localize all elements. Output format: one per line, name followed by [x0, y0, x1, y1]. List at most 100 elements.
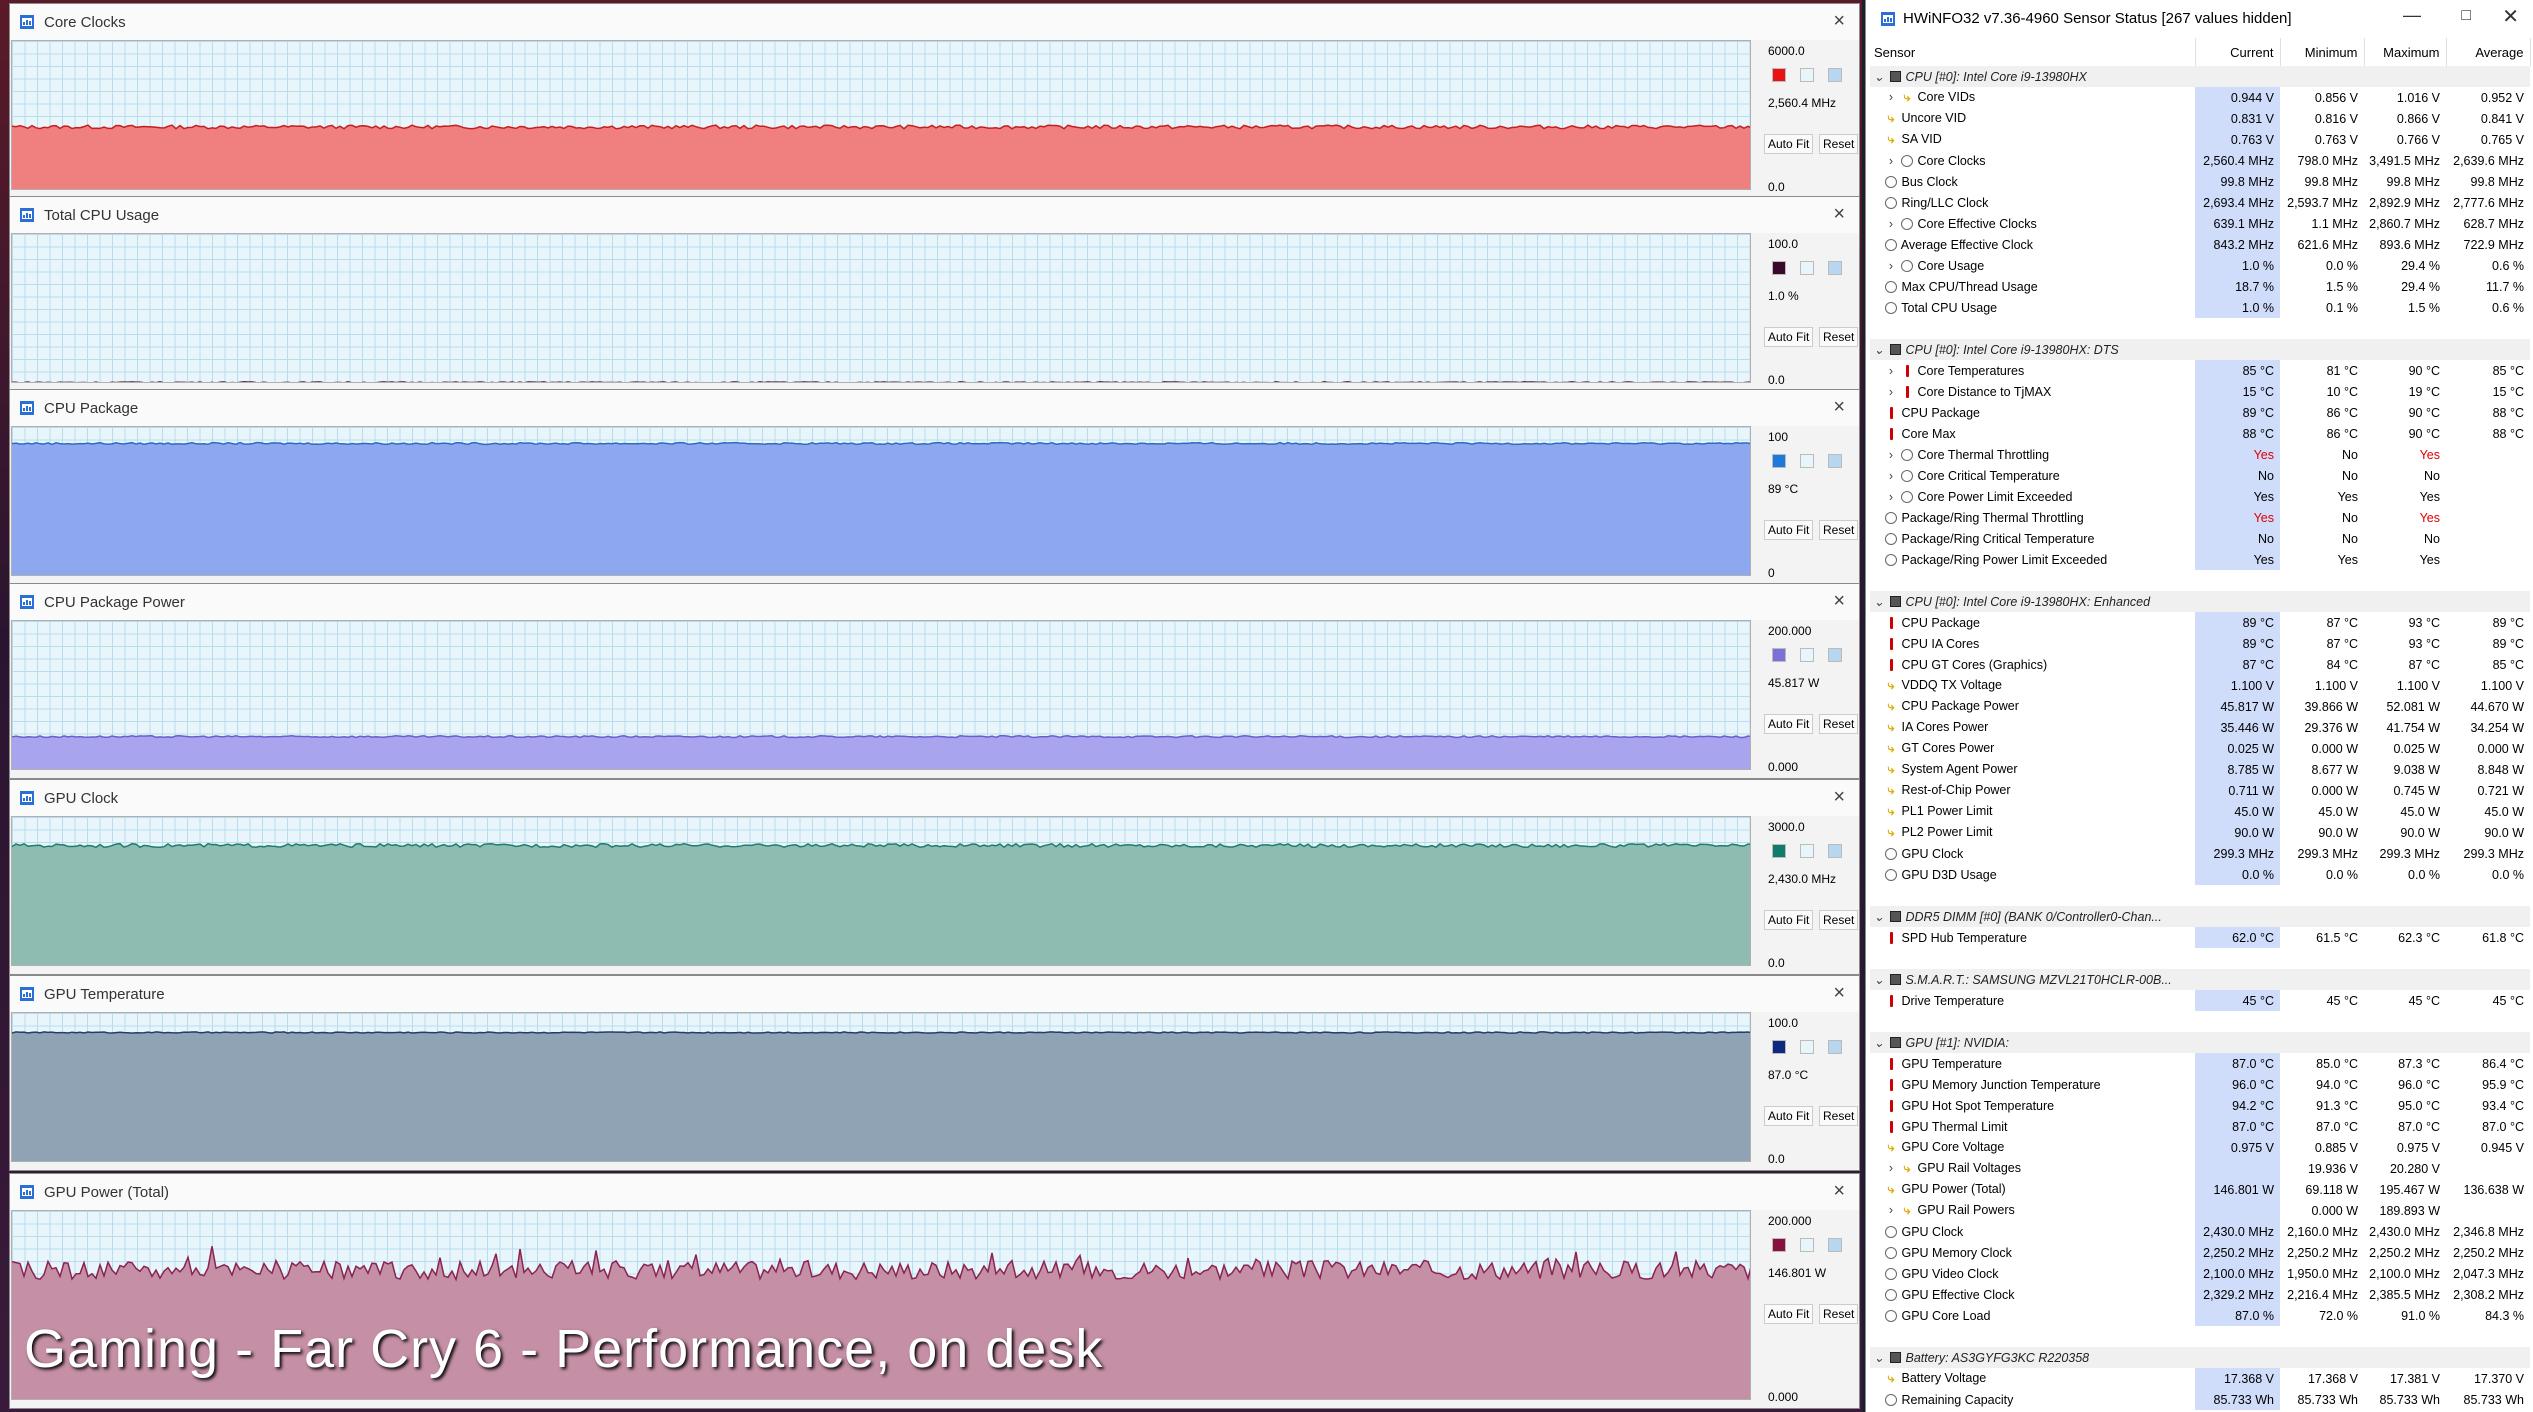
minimize-icon[interactable]: — [2403, 5, 2421, 26]
color-swatch[interactable] [1772, 261, 1786, 275]
reset-button[interactable]: Reset [1819, 1304, 1859, 1324]
graph-window[interactable]: Total CPU Usage × 100.0 1.0 % Auto Fit Reset 0… [9, 196, 1860, 392]
sensor-group-row[interactable]: ⌄ S.M.A.R.T.: SAMSUNG MZVL21T0HCLR-00B..… [1870, 969, 2530, 990]
chevron-right-icon[interactable]: › [1882, 490, 1900, 504]
sensor-row[interactable]: ⤷ Uncore VID 0.831 V 0.816 V 0.866 V 0.841 V [1870, 108, 2530, 129]
chevron-right-icon[interactable]: › [1882, 364, 1900, 378]
sensor-row[interactable]: Total CPU Usage 1.0 % 0.1 % 1.5 % 0.6 % [1870, 297, 2530, 318]
auto-fit-button[interactable]: Auto Fit [1764, 714, 1814, 734]
graph-titlebar[interactable]: Total CPU Usage × [10, 197, 1859, 233]
column-maximum[interactable]: Maximum [2364, 38, 2447, 66]
sensor-row[interactable]: SPD Hub Temperature 62.0 °C 61.5 °C 62.3 °C… [1870, 927, 2530, 948]
sensor-row[interactable]: ⤷ SA VID 0.763 V 0.763 V 0.766 V 0.765 V [1870, 129, 2530, 150]
reset-button[interactable]: Reset [1819, 714, 1859, 734]
graph-titlebar[interactable]: Core Clocks × [10, 4, 1859, 40]
chevron-down-icon[interactable]: ⌄ [1870, 909, 1888, 924]
sensor-row[interactable]: GPU Hot Spot Temperature 94.2 °C 91.3 °C 95… [1870, 1095, 2530, 1116]
chevron-right-icon[interactable]: › [1882, 217, 1900, 231]
sensor-row[interactable]: GPU Memory Clock 2,250.2 MHz 2,250.2 MHz 2,… [1870, 1242, 2530, 1263]
chevron-down-icon[interactable]: ⌄ [1870, 342, 1888, 357]
reset-button[interactable]: Reset [1819, 134, 1859, 154]
auto-fit-button[interactable]: Auto Fit [1764, 910, 1814, 930]
sensor-row[interactable]: GPU Effective Clock 2,329.2 MHz 2,216.4 MH… [1870, 1284, 2530, 1305]
swatch-blank[interactable] [1800, 1040, 1814, 1054]
sensor-row[interactable]: GPU Thermal Limit 87.0 °C 87.0 °C 87.0 °C 87… [1870, 1116, 2530, 1137]
reset-button[interactable]: Reset [1819, 910, 1859, 930]
swatch-blank[interactable] [1800, 454, 1814, 468]
sensor-row[interactable]: CPU Package 89 °C 86 °C 90 °C 88 °C [1870, 402, 2530, 423]
close-icon[interactable]: × [1833, 786, 1845, 809]
sensor-row[interactable]: › Core Temperatures 85 °C 81 °C 90 °C 85 °C [1870, 360, 2530, 381]
sensor-row[interactable]: › Core Effective Clocks 639.1 MHz 1.1 MHz 2… [1870, 213, 2530, 234]
swatch-blank[interactable] [1800, 261, 1814, 275]
sensor-row[interactable]: Package/Ring Power Limit Exceeded Yes Yes Y… [1870, 549, 2530, 570]
sensor-row[interactable]: › Core Distance to TjMAX 15 °C 10 °C 19 °C 1… [1870, 381, 2530, 402]
chevron-right-icon[interactable]: › [1882, 385, 1900, 399]
sensor-row[interactable]: Core Max 88 °C 86 °C 90 °C 88 °C [1870, 423, 2530, 444]
swatch-grid[interactable] [1828, 261, 1842, 275]
graph-titlebar[interactable]: GPU Power (Total) × [10, 1174, 1859, 1210]
column-average[interactable]: Average [2446, 38, 2531, 66]
chevron-down-icon[interactable]: ⌄ [1870, 1035, 1888, 1050]
sensor-row[interactable]: Average Effective Clock 843.2 MHz 621.6 MH… [1870, 234, 2530, 255]
color-swatch[interactable] [1772, 844, 1786, 858]
sensor-row[interactable]: GPU Video Clock 2,100.0 MHz 1,950.0 MHz 2,1… [1870, 1263, 2530, 1284]
swatch-grid[interactable] [1828, 1040, 1842, 1054]
sensor-row[interactable]: Max CPU/Thread Usage 18.7 % 1.5 % 29.4 % 11.… [1870, 276, 2530, 297]
swatch-grid[interactable] [1828, 648, 1842, 662]
sensor-group-row[interactable]: ⌄ GPU [#1]: NVIDIA: [1870, 1032, 2530, 1053]
graph-window[interactable]: GPU Clock × 3000.0 2,430.0 MHz Auto Fit Reset… [9, 779, 1860, 975]
swatch-grid[interactable] [1828, 454, 1842, 468]
sensor-group-row[interactable]: ⌄ DDR5 DIMM [#0] (BANK 0/Controller0-Cha… [1870, 906, 2530, 927]
sensor-row[interactable]: › Core Critical Temperature No No No [1870, 465, 2530, 486]
sensor-row[interactable]: ⤷ Battery Voltage 17.368 V 17.368 V 17.381 … [1870, 1368, 2530, 1389]
sensor-row[interactable]: › Core Thermal Throttling Yes No Yes [1870, 444, 2530, 465]
sensor-row[interactable]: CPU GT Cores (Graphics) 87 °C 84 °C 87 °C 85… [1870, 654, 2530, 675]
graph-window[interactable]: CPU Package × 100 89 °C Auto Fit Reset 0 [9, 389, 1860, 585]
swatch-grid[interactable] [1828, 1238, 1842, 1252]
reset-button[interactable]: Reset [1819, 1106, 1859, 1126]
auto-fit-button[interactable]: Auto Fit [1764, 520, 1814, 540]
chevron-right-icon[interactable]: › [1882, 448, 1900, 462]
sensor-row[interactable]: ⤷ GPU Power (Total) 146.801 W 69.118 W 195.… [1870, 1179, 2530, 1200]
column-current[interactable]: Current [2195, 38, 2281, 66]
chevron-right-icon[interactable]: › [1882, 469, 1900, 483]
auto-fit-button[interactable]: Auto Fit [1764, 327, 1814, 347]
color-swatch[interactable] [1772, 1040, 1786, 1054]
sensor-row[interactable]: GPU D3D Usage 0.0 % 0.0 % 0.0 % 0.0 % [1870, 864, 2530, 885]
color-swatch[interactable] [1772, 454, 1786, 468]
swatch-blank[interactable] [1800, 68, 1814, 82]
chevron-right-icon[interactable]: › [1882, 1203, 1900, 1217]
sensor-row[interactable]: › ⤷ GPU Rail Voltages 19.936 V 20.280 V [1870, 1158, 2530, 1179]
sensor-row[interactable]: ⤷ System Agent Power 8.785 W 8.677 W 9.038 … [1870, 759, 2530, 780]
chevron-right-icon[interactable]: › [1882, 154, 1900, 168]
sensor-group-row[interactable]: ⌄ Battery: AS3GYFG3KC R220358 [1870, 1347, 2530, 1368]
sensor-row[interactable]: › Core Usage 1.0 % 0.0 % 29.4 % 0.6 % [1870, 255, 2530, 276]
graph-titlebar[interactable]: CPU Package Power × [10, 584, 1859, 620]
sensor-row[interactable]: GPU Temperature 87.0 °C 85.0 °C 87.3 °C 86.4… [1870, 1053, 2530, 1074]
sensor-group-row[interactable]: ⌄ CPU [#0]: Intel Core i9-13980HX [1870, 66, 2530, 87]
chevron-right-icon[interactable]: › [1882, 90, 1900, 104]
sensor-row[interactable]: ⤷ CPU Package Power 45.817 W 39.866 W 52.08… [1870, 696, 2530, 717]
auto-fit-button[interactable]: Auto Fit [1764, 134, 1814, 154]
auto-fit-button[interactable]: Auto Fit [1764, 1106, 1814, 1126]
close-icon[interactable]: × [1833, 982, 1845, 1005]
sensor-row[interactable]: Drive Temperature 45 °C 45 °C 45 °C 45 °C [1870, 990, 2530, 1011]
sensor-row[interactable]: CPU Package 89 °C 87 °C 93 °C 89 °C [1870, 612, 2530, 633]
sensor-row[interactable]: ⤷ PL2 Power Limit 90.0 W 90.0 W 90.0 W 90.0 … [1870, 822, 2530, 843]
close-icon[interactable]: × [1833, 203, 1845, 226]
graph-titlebar[interactable]: CPU Package × [10, 390, 1859, 426]
graph-titlebar[interactable]: GPU Temperature × [10, 976, 1859, 1012]
sensor-row[interactable]: › ⤷ GPU Rail Powers 0.000 W 189.893 W [1870, 1200, 2530, 1221]
close-icon[interactable]: × [1833, 1180, 1845, 1203]
color-swatch[interactable] [1772, 648, 1786, 662]
swatch-blank[interactable] [1800, 648, 1814, 662]
chevron-right-icon[interactable]: › [1882, 259, 1900, 273]
sensor-row[interactable]: GPU Clock 299.3 MHz 299.3 MHz 299.3 MHz 299.… [1870, 843, 2530, 864]
sensor-row[interactable]: › ⤷ Core VIDs 0.944 V 0.856 V 1.016 V 0.952 V [1870, 87, 2530, 108]
sensor-row[interactable]: ⤷ PL1 Power Limit 45.0 W 45.0 W 45.0 W 45.0 … [1870, 801, 2530, 822]
auto-fit-button[interactable]: Auto Fit [1764, 1304, 1814, 1324]
swatch-blank[interactable] [1800, 844, 1814, 858]
sensor-row[interactable]: CPU IA Cores 89 °C 87 °C 93 °C 89 °C [1870, 633, 2530, 654]
color-swatch[interactable] [1772, 68, 1786, 82]
